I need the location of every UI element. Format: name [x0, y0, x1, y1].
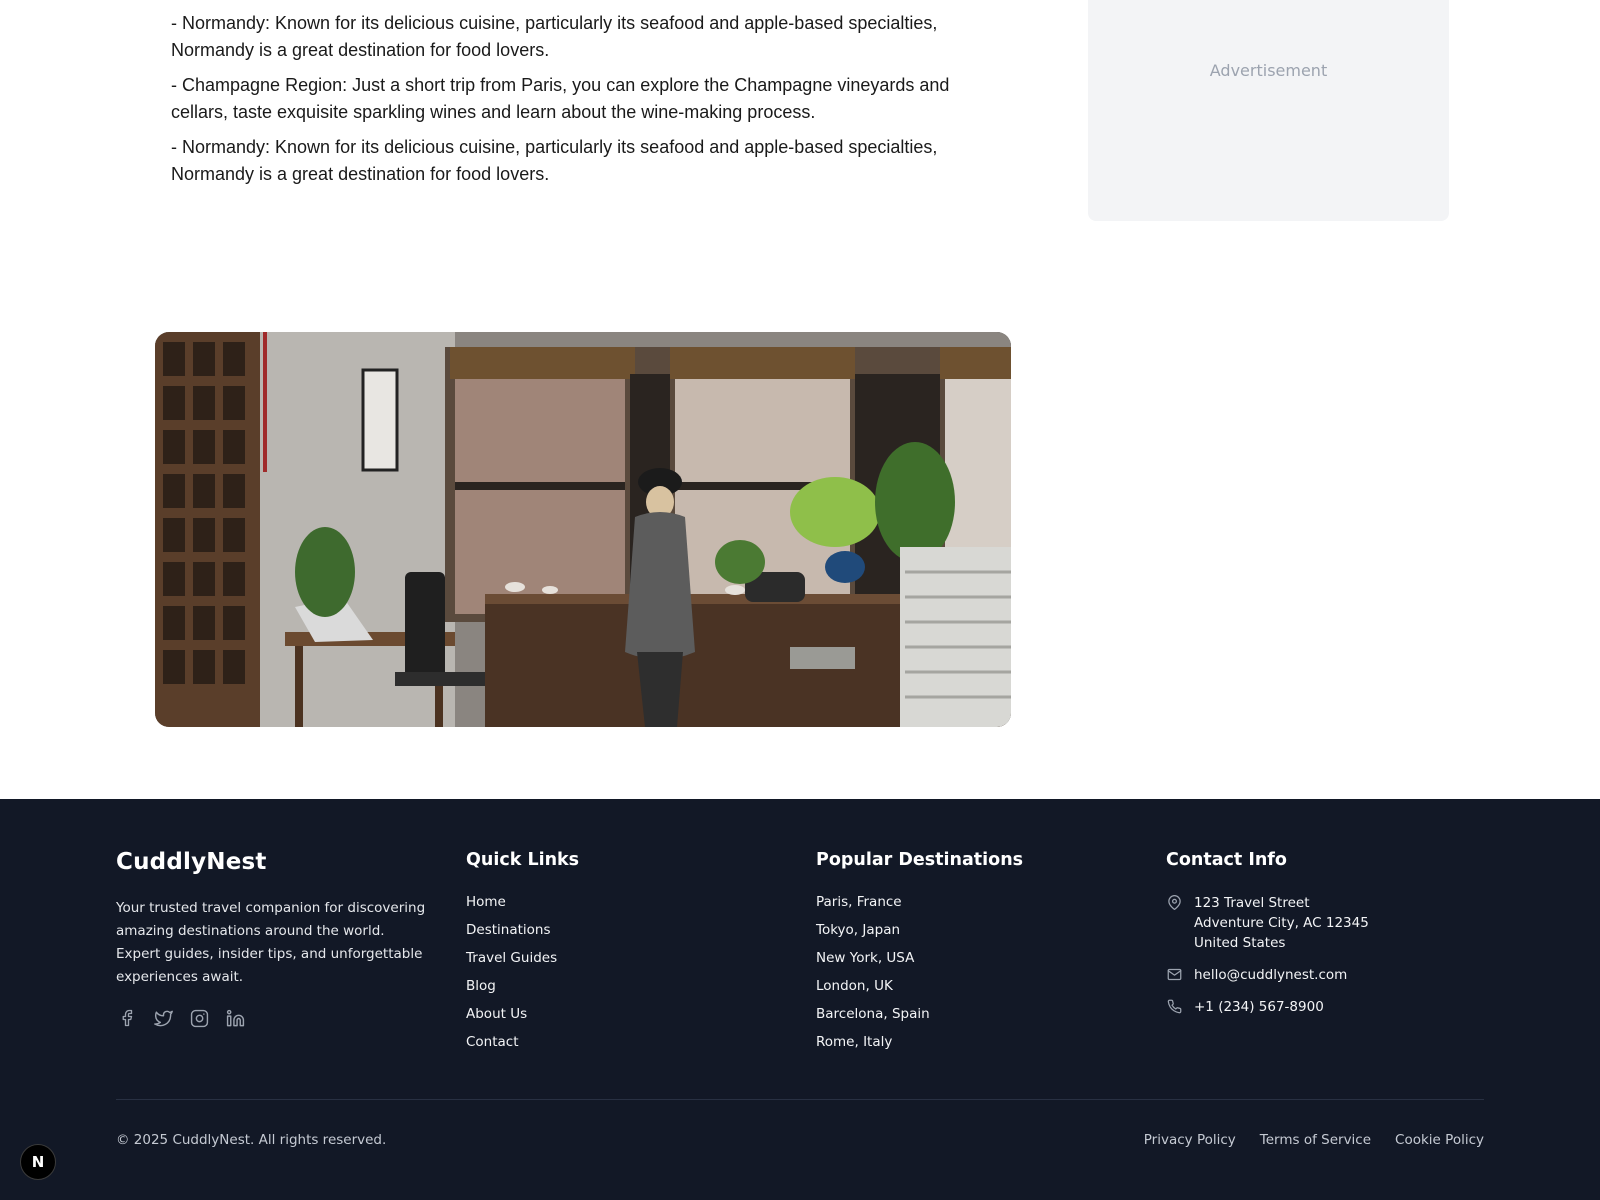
- article-paragraph: - Normandy: Known for its delicious cuis…: [171, 13, 938, 60]
- popular-destinations-title: Popular Destinations: [816, 850, 1024, 870]
- popular-destinations-list: Paris, France Tokyo, Japan New York, USA…: [816, 893, 1116, 1051]
- article-paragraph: - Champagne Region: Just a short trip fr…: [171, 75, 950, 122]
- twitter-icon[interactable]: [152, 1007, 174, 1029]
- address-line-2: Adventure City, AC 12345: [1194, 915, 1369, 931]
- nextjs-logo-letter: N: [31, 1153, 45, 1171]
- quick-link-home[interactable]: Home: [466, 893, 766, 911]
- footer-brand-column: CuddlyNest Your trusted travel companion…: [116, 847, 426, 1029]
- linkedin-icon[interactable]: [224, 1007, 246, 1029]
- quick-link-blog[interactable]: Blog: [466, 977, 766, 995]
- quick-link-contact[interactable]: Contact: [466, 1033, 766, 1051]
- destination-link-rome[interactable]: Rome, Italy: [816, 1033, 1116, 1051]
- social-links: [116, 1007, 426, 1029]
- privacy-policy-link[interactable]: Privacy Policy: [1144, 1132, 1236, 1148]
- nextjs-dev-badge[interactable]: N: [20, 1144, 56, 1180]
- destination-link-tokyo[interactable]: Tokyo, Japan: [816, 921, 1116, 939]
- destination-link-new-york[interactable]: New York, USA: [816, 949, 1116, 967]
- copyright-text: © 2025 CuddlyNest. All rights reserved.: [116, 1132, 387, 1148]
- article-body: - Normandy: Known for its delicious cuis…: [171, 10, 1001, 196]
- phone-link[interactable]: +1 (234) 567-8900: [1194, 997, 1324, 1017]
- address-line-1: 123 Travel Street: [1194, 895, 1310, 911]
- quick-links-column: Quick Links Home Destinations Travel Gui…: [466, 847, 766, 1061]
- terms-of-service-link[interactable]: Terms of Service: [1260, 1132, 1371, 1148]
- contact-address: 123 Travel Street Adventure City, AC 123…: [1166, 893, 1486, 953]
- mail-icon: [1166, 965, 1182, 983]
- contact-phone: +1 (234) 567-8900: [1166, 997, 1486, 1017]
- quick-links-title: Quick Links: [466, 850, 580, 870]
- quick-link-travel-guides[interactable]: Travel Guides: [466, 949, 766, 967]
- email-link[interactable]: hello@cuddlynest.com: [1194, 965, 1347, 985]
- quick-link-destinations[interactable]: Destinations: [466, 921, 766, 939]
- cookie-policy-link[interactable]: Cookie Policy: [1395, 1132, 1484, 1148]
- page: - Normandy: Known for its delicious cuis…: [0, 0, 1600, 1200]
- address-line-3: United States: [1194, 935, 1286, 951]
- advertisement-label: Advertisement: [1209, 61, 1328, 80]
- footer-divider: [116, 1099, 1484, 1100]
- destination-link-london[interactable]: London, UK: [816, 977, 1116, 995]
- quick-link-about-us[interactable]: About Us: [466, 1005, 766, 1023]
- contact-info-column: Contact Info 123 Travel Street Adventure…: [1166, 847, 1486, 1029]
- footer-brand-logo[interactable]: CuddlyNest: [116, 847, 426, 877]
- article-paragraph: - Normandy: Known for its delicious cuis…: [171, 137, 938, 184]
- facebook-icon[interactable]: [116, 1007, 138, 1029]
- map-pin-icon: [1166, 893, 1182, 911]
- legal-links: Privacy Policy Terms of Service Cookie P…: [1144, 1132, 1484, 1148]
- destination-link-paris[interactable]: Paris, France: [816, 893, 1116, 911]
- article-photo: [155, 332, 1011, 727]
- popular-destinations-column: Popular Destinations Paris, France Tokyo…: [816, 847, 1116, 1061]
- advertisement-slot[interactable]: Advertisement: [1088, 0, 1449, 221]
- phone-icon: [1166, 997, 1182, 1015]
- quick-links-list: Home Destinations Travel Guides Blog Abo…: [466, 893, 766, 1051]
- footer-brand-description: Your trusted travel companion for discov…: [116, 900, 426, 985]
- contact-info-title: Contact Info: [1166, 850, 1287, 870]
- site-footer: CuddlyNest Your trusted travel companion…: [0, 799, 1600, 1200]
- destination-link-barcelona[interactable]: Barcelona, Spain: [816, 1005, 1116, 1023]
- instagram-icon[interactable]: [188, 1007, 210, 1029]
- contact-email: hello@cuddlynest.com: [1166, 965, 1486, 985]
